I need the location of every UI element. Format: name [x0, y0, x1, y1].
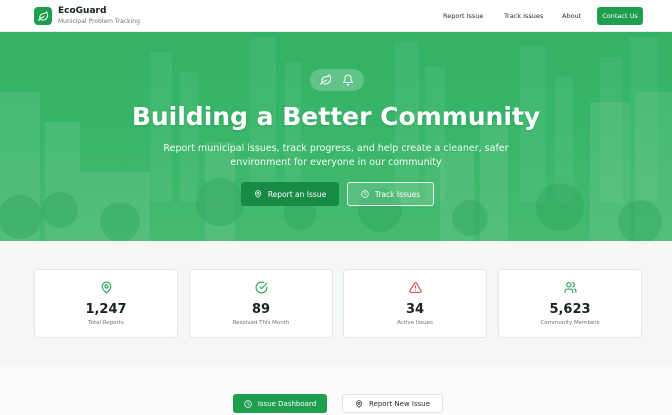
stat-card-total-reports: 1,247 Total Reports: [34, 269, 178, 338]
map-pin-icon: [254, 190, 261, 198]
stat-label: Resolved This Month: [232, 320, 290, 326]
issue-dashboard-button[interactable]: Issue Dashboard: [233, 394, 327, 413]
map-pin-icon: [355, 399, 363, 408]
stat-value: 89: [251, 302, 271, 317]
clock-icon: [361, 190, 369, 198]
alert-triangle-icon: [408, 282, 422, 293]
bell-icon: [343, 74, 353, 86]
brand-name: EcoGuard: [58, 6, 107, 16]
contact-us-button[interactable]: Contact Us: [597, 7, 643, 25]
nav-about[interactable]: About: [562, 12, 581, 20]
stat-label: Total Reports: [88, 320, 124, 326]
users-icon: [564, 282, 576, 293]
top-header: EcoGuard Municipal Problem Tracking Repo…: [0, 0, 672, 32]
stat-card-active-issues: 34 Active Issues: [343, 269, 487, 338]
stat-value: 1,247: [85, 302, 127, 317]
clock-icon: [244, 399, 252, 408]
report-new-issue-label: Report New Issue: [368, 399, 431, 408]
actions-section: [0, 365, 672, 415]
hero-description: Report municipal issues, track progress,…: [163, 143, 509, 168]
track-issues-label: Track Issues: [374, 189, 421, 199]
report-new-issue-button[interactable]: Report New Issue: [342, 394, 443, 413]
stat-value: 34: [405, 302, 425, 317]
city-skyline-background: [0, 32, 672, 241]
track-issues-button[interactable]: Track Issues: [347, 182, 434, 206]
stat-card-resolved: 89 Resolved This Month: [189, 269, 333, 338]
map-pin-icon: [101, 281, 111, 294]
nav-track-issues[interactable]: Track Issues: [504, 12, 543, 20]
check-circle-icon: [255, 281, 267, 294]
report-issue-button[interactable]: Report an Issue: [241, 182, 339, 206]
hero-icon-badge: [310, 69, 364, 91]
logo[interactable]: [34, 7, 52, 25]
stat-card-community-members: 5,623 Community Members: [498, 269, 642, 338]
leaf-icon: [320, 74, 331, 85]
leaf-icon: [37, 10, 48, 21]
issue-dashboard-label: Issue Dashboard: [257, 399, 317, 408]
nav-report-issue[interactable]: Report Issue: [443, 12, 483, 20]
hero-section: Building a Better Community Report munic…: [0, 32, 672, 241]
hero-title: Building a Better Community: [131, 102, 541, 131]
stat-label: Active Issues: [397, 320, 433, 326]
stat-value: 5,623: [549, 302, 591, 317]
report-issue-label: Report an Issue: [267, 189, 327, 199]
brand-tagline: Municipal Problem Tracking: [58, 18, 140, 25]
stat-label: Community Members: [540, 320, 600, 326]
